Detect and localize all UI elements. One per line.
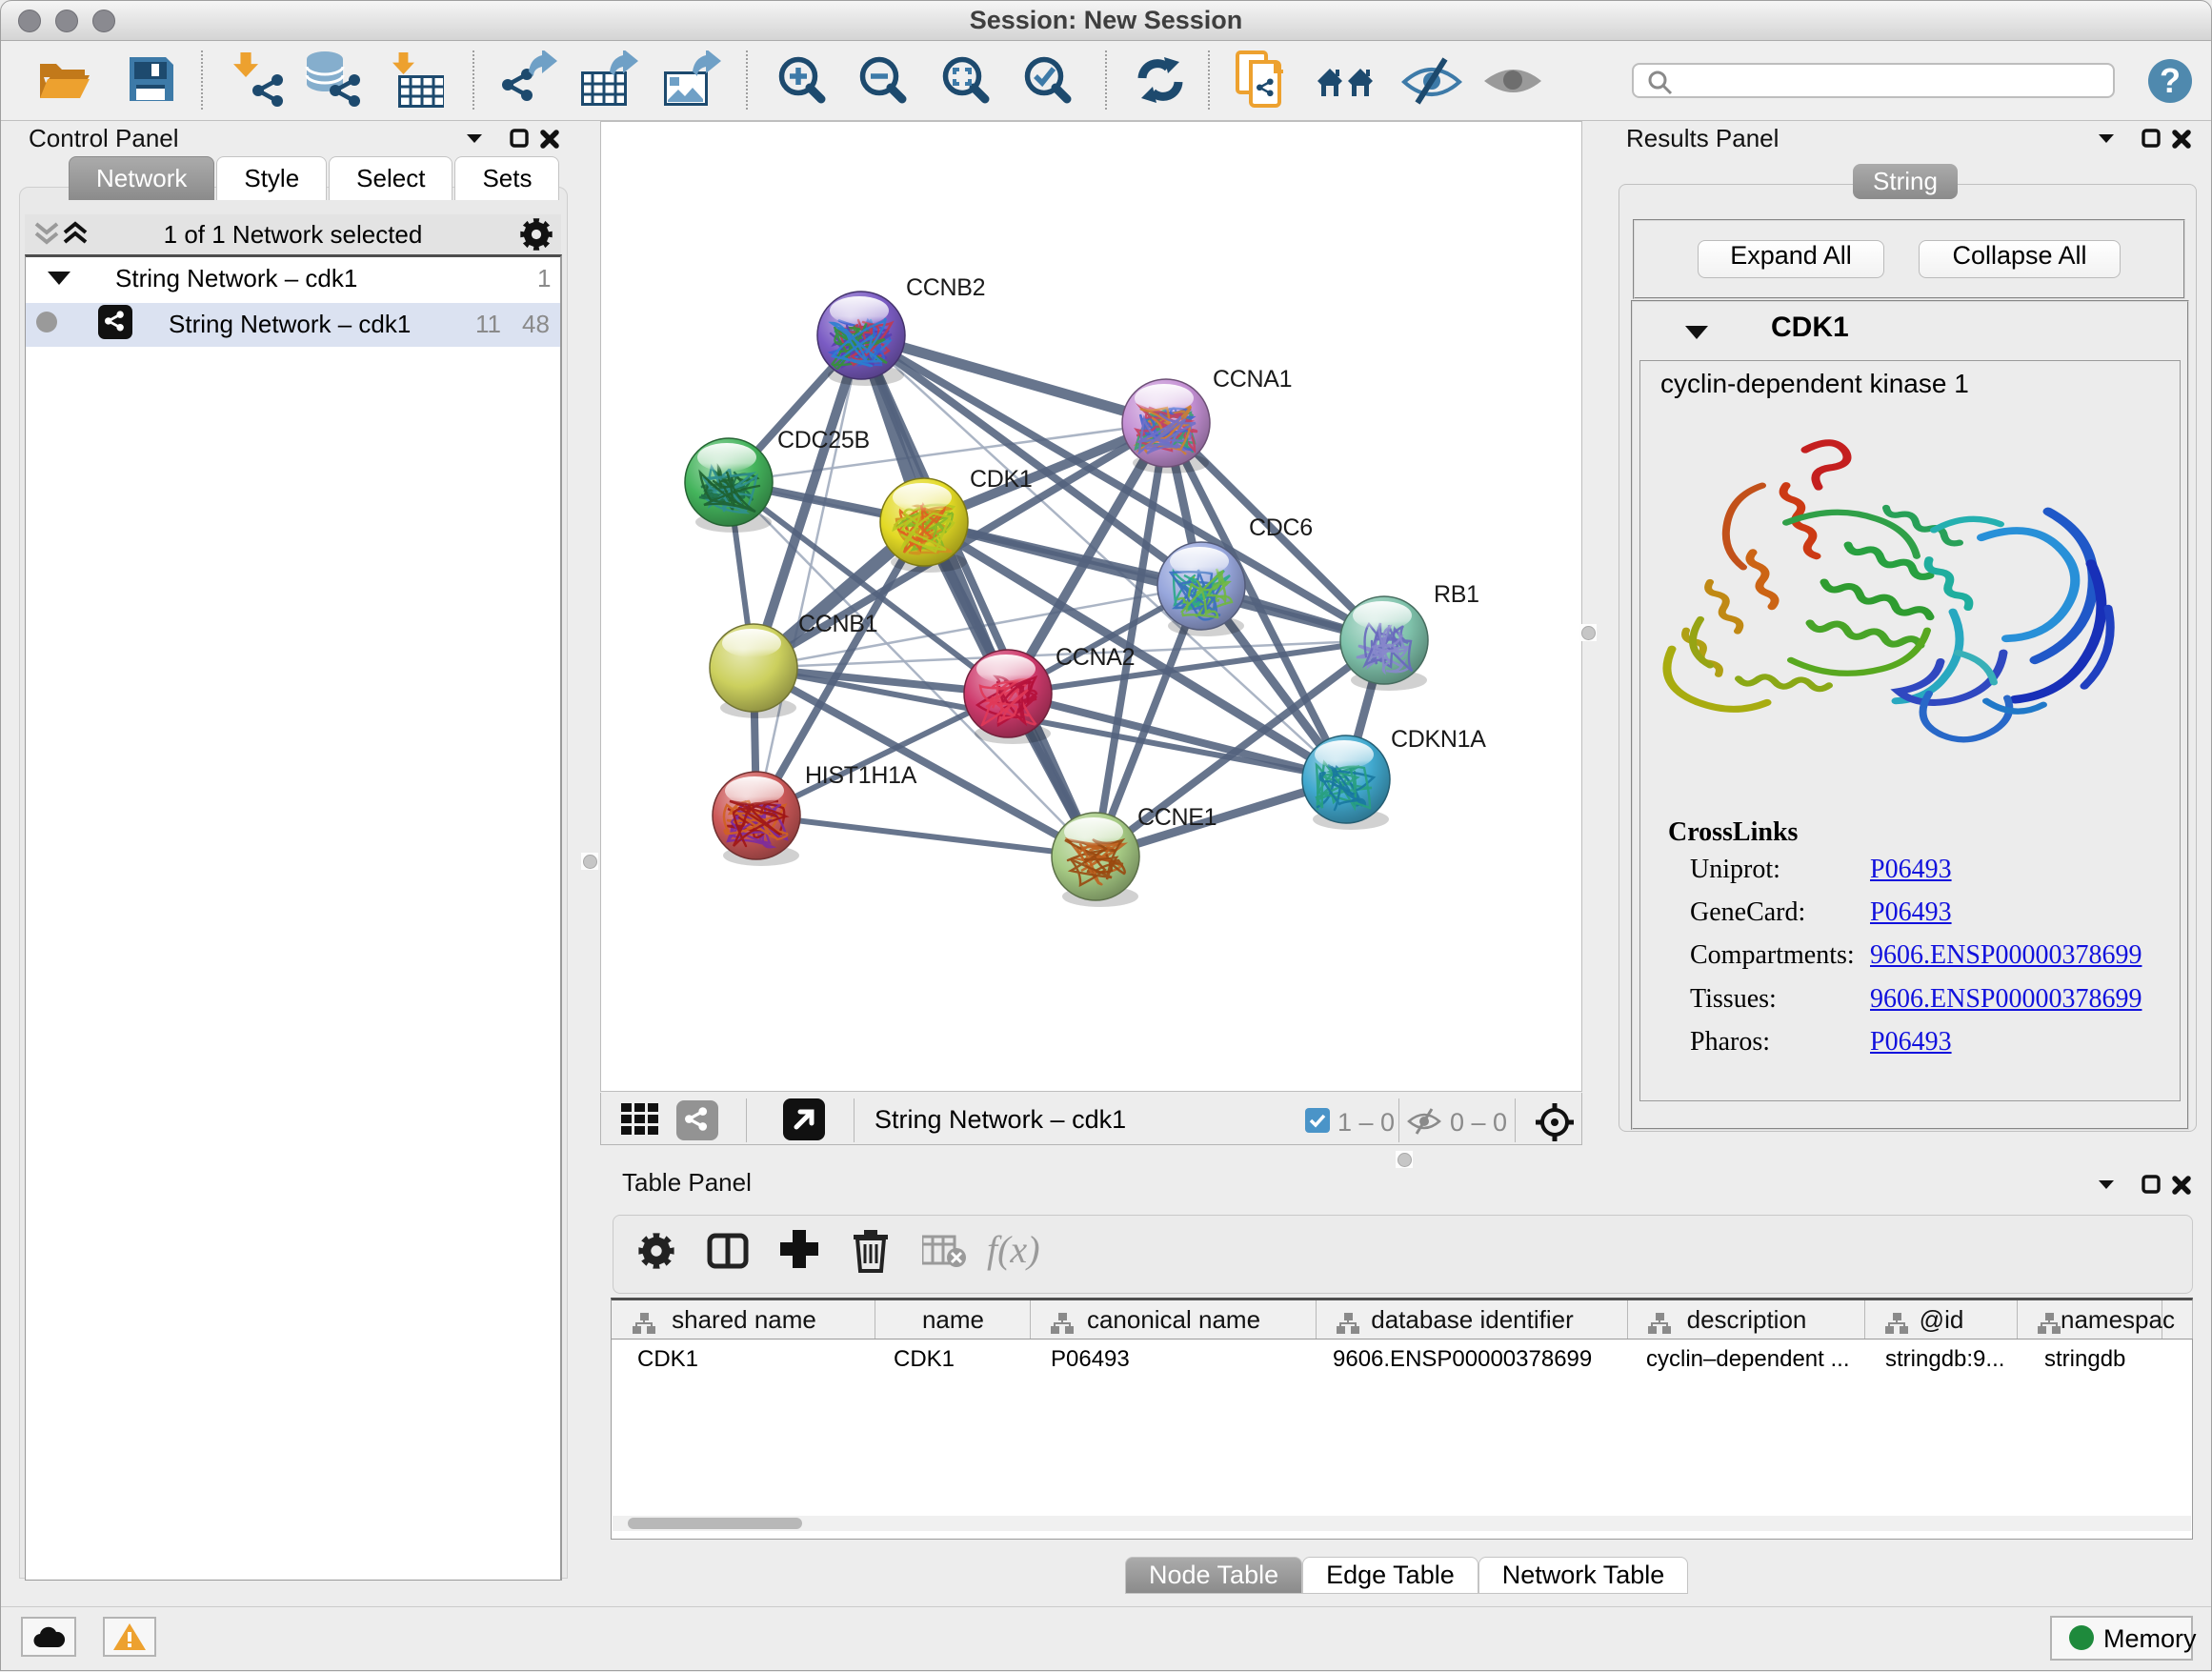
svg-text:?: ? [2160, 61, 2181, 100]
